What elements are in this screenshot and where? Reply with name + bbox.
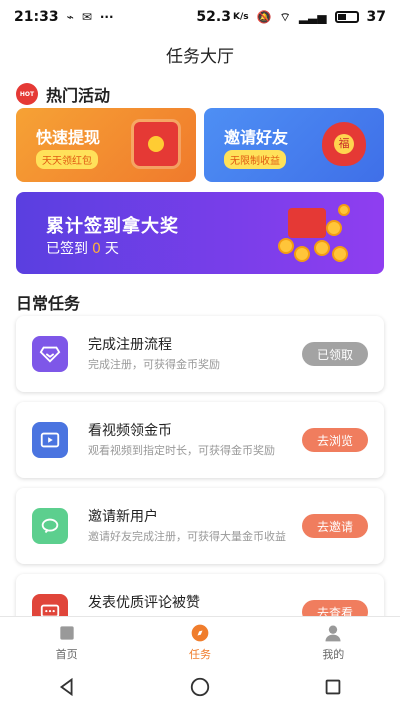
checkin-days: 0 [92, 241, 101, 257]
status-bar: 21:33 ⌁ ✉ ··· 52.3 K/s 🔕 ⌔ ▂▃▅ 37 [0, 0, 400, 34]
nav-item-mine[interactable]: 我的 [267, 617, 400, 666]
task-card-register: 完成注册流程 完成注册，可获得金币奖励 已领取 [16, 316, 384, 392]
task-card-video: 看视频领金币 观看视频到指定时长，可获得金币奖励 去浏览 [16, 402, 384, 478]
daily-section-title: 日常任务 [16, 294, 81, 313]
signal-icon: ▂▃▅ [298, 10, 327, 24]
more-icon: ··· [99, 10, 114, 24]
checkin-prefix: 已签到 [46, 241, 88, 257]
main-content[interactable]: HOT 热门活动 快速提现 天天领红包 邀请好友 无限制收益 累计签到拿大奖 已… [0, 74, 400, 616]
battery-icon [334, 11, 359, 23]
nav-item-tasks[interactable]: 任务 [133, 617, 266, 666]
checkin-banner[interactable]: 累计签到拿大奖 已签到 0 天 [16, 192, 384, 274]
hot-section-header: HOT 热门活动 [16, 82, 110, 106]
nav-item-home[interactable]: 首页 [0, 617, 133, 666]
card-tag: 天天领红包 [36, 150, 98, 169]
task-card-invite: 邀请新用户 邀请好友完成注册，可获得大量金币收益 去邀请 [16, 488, 384, 564]
home-icon [56, 622, 78, 644]
task-title: 完成注册流程 [88, 337, 172, 353]
nav-label: 任务 [188, 647, 211, 661]
hot-section-title: 热门活动 [46, 86, 111, 105]
browse-button[interactable]: 去浏览 [302, 428, 368, 452]
checkin-suffix: 天 [104, 241, 119, 257]
page-title: 任务大厅 [166, 46, 234, 67]
lucky-bag-icon [322, 122, 366, 166]
nav-label: 首页 [55, 647, 78, 661]
system-nav-bar [0, 666, 400, 711]
network-unit: K/s [232, 12, 249, 22]
comment-icon [32, 594, 68, 616]
title-bar: 任务大厅 [0, 34, 400, 74]
task-title: 邀请新用户 [88, 509, 158, 525]
task-desc: 观看视频到指定时长，可获得金币奖励 [88, 444, 275, 457]
task-title: 发表优质评论被赞 [88, 595, 200, 611]
diamond-icon [32, 336, 68, 372]
status-time: 21:33 [14, 9, 59, 25]
wifi-icon: ⌔ [279, 9, 291, 24]
video-icon [32, 422, 68, 458]
banner-title: 累计签到拿大奖 [46, 216, 179, 237]
invite-button[interactable]: 去邀请 [302, 514, 368, 538]
usb-icon: ⌁ [66, 10, 74, 24]
card-title: 邀请好友 [224, 128, 289, 147]
mute-icon: 🔕 [256, 10, 272, 24]
chat-icon [32, 508, 68, 544]
quick-withdraw-card[interactable]: 快速提现 天天领红包 [16, 108, 196, 182]
card-title: 快速提现 [36, 128, 101, 147]
mail-icon: ✉ [81, 10, 92, 24]
invite-friends-card[interactable]: 邀请好友 无限制收益 [204, 108, 384, 182]
task-desc: 完成注册，可获得金币奖励 [88, 358, 220, 371]
battery-level: 37 [366, 9, 386, 25]
back-icon[interactable] [56, 676, 78, 702]
gift-coins-icon [274, 202, 354, 266]
red-envelope-icon [134, 122, 178, 166]
bottom-nav: 首页 任务 我的 [0, 616, 400, 666]
user-icon [322, 622, 344, 644]
task-card-comment: 发表优质评论被赞 去查看 [16, 574, 384, 616]
hot-icon: HOT [16, 83, 38, 105]
compass-icon [189, 622, 211, 644]
banner-subtitle: 已签到 0 天 [46, 238, 119, 258]
task-desc: 邀请好友完成注册，可获得大量金币收益 [88, 530, 286, 543]
recents-icon[interactable] [322, 676, 344, 702]
home-circle-icon[interactable] [189, 676, 211, 702]
task-title: 看视频领金币 [88, 423, 172, 439]
network-speed: 52.3 [196, 9, 231, 25]
nav-label: 我的 [322, 647, 345, 661]
card-tag: 无限制收益 [224, 150, 286, 169]
claimed-button[interactable]: 已领取 [302, 342, 368, 366]
view-button[interactable]: 去查看 [302, 600, 368, 616]
